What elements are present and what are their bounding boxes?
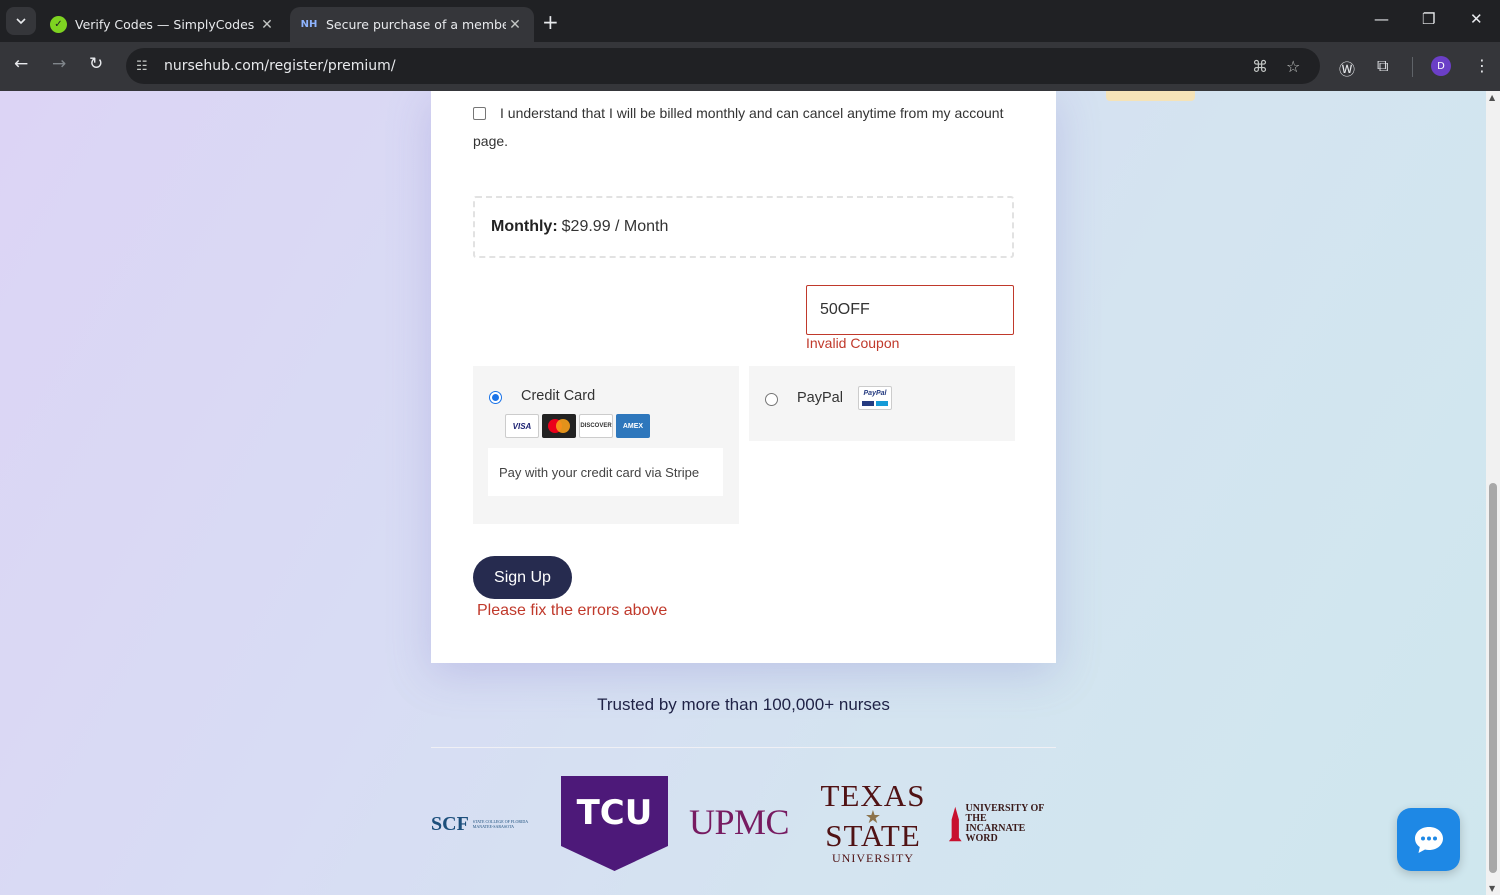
scf-logo: SCF STATE COLLEGE OF FLORIDA MANATEE-SAR… bbox=[431, 812, 528, 835]
profile-avatar[interactable]: D bbox=[1431, 56, 1451, 76]
texas-state-logo: TEXAS ★ STATE UNIVERSITY bbox=[818, 780, 928, 866]
tab-title: Secure purchase of a members bbox=[326, 17, 506, 32]
tcu-logo: TCU bbox=[561, 776, 668, 871]
reload-icon[interactable]: ↻ bbox=[89, 54, 103, 74]
chat-button[interactable] bbox=[1397, 808, 1460, 871]
browser-tab-bar: ✓ Verify Codes — SimplyCodes ✕ NH Secure… bbox=[0, 0, 1500, 42]
decorative-shape bbox=[1106, 91, 1195, 101]
close-window-icon[interactable]: ✕ bbox=[1470, 10, 1483, 28]
chevron-down-icon bbox=[16, 18, 26, 25]
browser-toolbar: ← → ↻ ☷ nursehub.com/register/premium/ ⌘… bbox=[0, 42, 1500, 91]
credit-card-radio[interactable] bbox=[489, 391, 502, 404]
close-icon[interactable]: ✕ bbox=[258, 17, 276, 33]
tab-title: Verify Codes — SimplyCodes bbox=[75, 17, 255, 32]
mastercard-icon bbox=[542, 414, 576, 438]
new-tab-icon[interactable]: + bbox=[542, 10, 559, 34]
scroll-up-icon[interactable]: ▲ bbox=[1489, 93, 1495, 102]
billing-agreement: I understand that I will be billed month… bbox=[473, 99, 1013, 155]
extension-w-icon[interactable]: Ⓦ bbox=[1339, 56, 1355, 80]
kebab-menu-icon[interactable]: ⋮ bbox=[1474, 56, 1490, 75]
star-icon[interactable]: ☆ bbox=[1286, 57, 1300, 76]
close-icon[interactable]: ✕ bbox=[506, 17, 524, 33]
check-icon: ✓ bbox=[50, 16, 67, 33]
divider bbox=[431, 747, 1056, 748]
toolbar-divider bbox=[1412, 57, 1413, 77]
page-viewport: I understand that I will be billed month… bbox=[0, 91, 1486, 895]
scroll-down-icon[interactable]: ▼ bbox=[1489, 884, 1495, 893]
page-scrollbar[interactable]: ▲ ▼ bbox=[1486, 91, 1500, 895]
puzzle-icon[interactable]: ⧉ bbox=[1377, 56, 1388, 76]
minimize-icon[interactable]: — bbox=[1374, 10, 1389, 28]
payment-method-credit-card[interactable]: Credit Card VISA DISCOVER AMEX Pay with … bbox=[473, 366, 739, 524]
translate-icon[interactable]: ⌘ bbox=[1252, 57, 1268, 76]
form-error: Please fix the errors above bbox=[477, 602, 668, 619]
upmc-logo: UPMC bbox=[689, 802, 790, 842]
coupon-input[interactable]: 50OFF bbox=[806, 285, 1014, 335]
credit-card-label: Credit Card bbox=[521, 388, 596, 404]
billing-agreement-checkbox[interactable] bbox=[473, 107, 486, 120]
address-bar[interactable]: ☷ nursehub.com/register/premium/ ⌘ ☆ bbox=[126, 48, 1320, 84]
svg-text:TCU: TCU bbox=[577, 793, 653, 833]
credit-card-description: Pay with your credit card via Stripe bbox=[488, 448, 723, 496]
coupon-error: Invalid Coupon bbox=[806, 335, 900, 351]
sign-up-button[interactable]: Sign Up bbox=[473, 556, 572, 599]
paypal-label: PayPal bbox=[797, 390, 843, 406]
paypal-radio[interactable] bbox=[765, 393, 778, 406]
nursehub-favicon: NH bbox=[300, 19, 318, 30]
restore-icon[interactable]: ❐ bbox=[1422, 10, 1435, 28]
trusted-heading: Trusted by more than 100,000+ nurses bbox=[597, 695, 890, 714]
chat-bubble-icon bbox=[1414, 826, 1443, 853]
paypal-icon: PayPal bbox=[858, 386, 892, 410]
card-brand-logos: VISA DISCOVER AMEX bbox=[505, 414, 650, 438]
tab-simplycodes[interactable]: ✓ Verify Codes — SimplyCodes ✕ bbox=[40, 7, 286, 42]
amex-icon: AMEX bbox=[616, 414, 650, 438]
uiw-logo: UNIVERSITY OF THE INCARNATE WORD bbox=[948, 803, 1058, 845]
price-value: $29.99 / Month bbox=[561, 218, 669, 235]
forward-arrow-icon[interactable]: → bbox=[52, 54, 66, 74]
tower-icon bbox=[948, 806, 962, 842]
back-arrow-icon[interactable]: ← bbox=[14, 54, 28, 74]
url-text[interactable]: nursehub.com/register/premium/ bbox=[164, 58, 396, 74]
billing-agreement-label: I understand that I will be billed month… bbox=[473, 105, 1004, 149]
tab-nursehub[interactable]: NH Secure purchase of a members ✕ bbox=[290, 7, 534, 42]
payment-method-paypal[interactable]: PayPal PayPal bbox=[749, 366, 1015, 441]
scrollbar-thumb[interactable] bbox=[1489, 483, 1497, 873]
tab-search-button[interactable] bbox=[6, 7, 36, 35]
price-label: Monthly: bbox=[491, 218, 558, 235]
site-info-icon[interactable]: ☷ bbox=[136, 59, 152, 74]
visa-icon: VISA bbox=[505, 414, 539, 438]
checkout-card: I understand that I will be billed month… bbox=[431, 91, 1056, 663]
price-summary: Monthly: $29.99 / Month bbox=[473, 196, 1014, 258]
coupon-value: 50OFF bbox=[820, 301, 870, 318]
discover-icon: DISCOVER bbox=[579, 414, 613, 438]
